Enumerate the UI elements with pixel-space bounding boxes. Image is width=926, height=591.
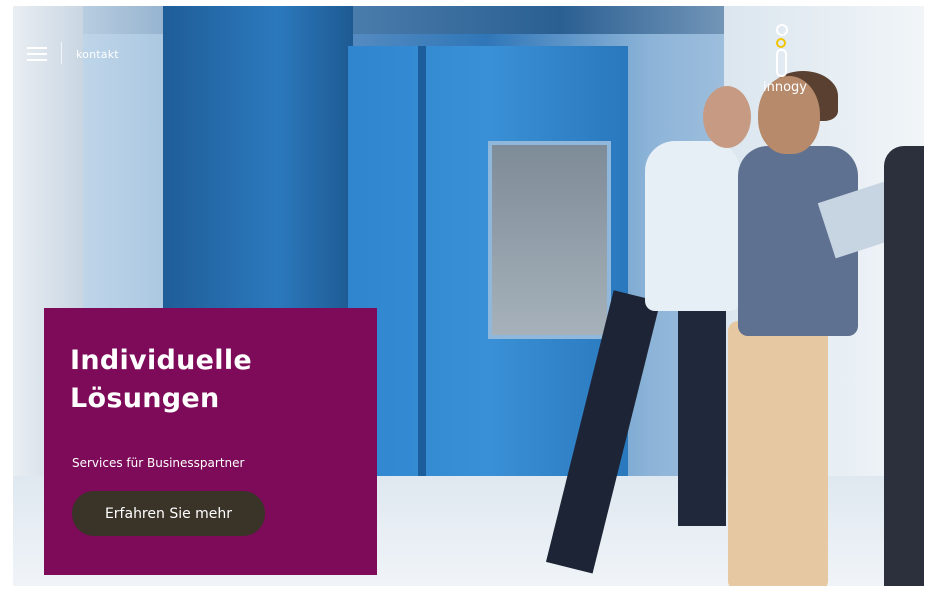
hero-title: Individuelle Lösungen [70, 345, 252, 414]
hamburger-menu-icon[interactable] [27, 47, 47, 61]
cabinet-edge [418, 46, 426, 476]
hero-teaser-box: Individuelle Lösungen Services für Busin… [44, 308, 377, 575]
person-legs [728, 321, 828, 586]
person-partial [884, 146, 924, 586]
header-nav-link[interactable]: kontakt [76, 48, 119, 61]
person-leg [678, 296, 726, 526]
hero-subtitle: Services für Businesspartner [72, 456, 245, 470]
learn-more-button[interactable]: Erfahren Sie mehr [72, 491, 265, 536]
cabinet-window [488, 141, 611, 339]
brand-logo[interactable]: innogy [753, 16, 817, 96]
header-divider [61, 42, 62, 64]
person-torso [645, 141, 740, 311]
brand-name: innogy [763, 80, 807, 95]
person-head [703, 86, 751, 148]
innogy-logo-icon [776, 24, 788, 77]
hero-section: kontakt innogy Individuelle Lösungen Ser… [13, 6, 924, 586]
